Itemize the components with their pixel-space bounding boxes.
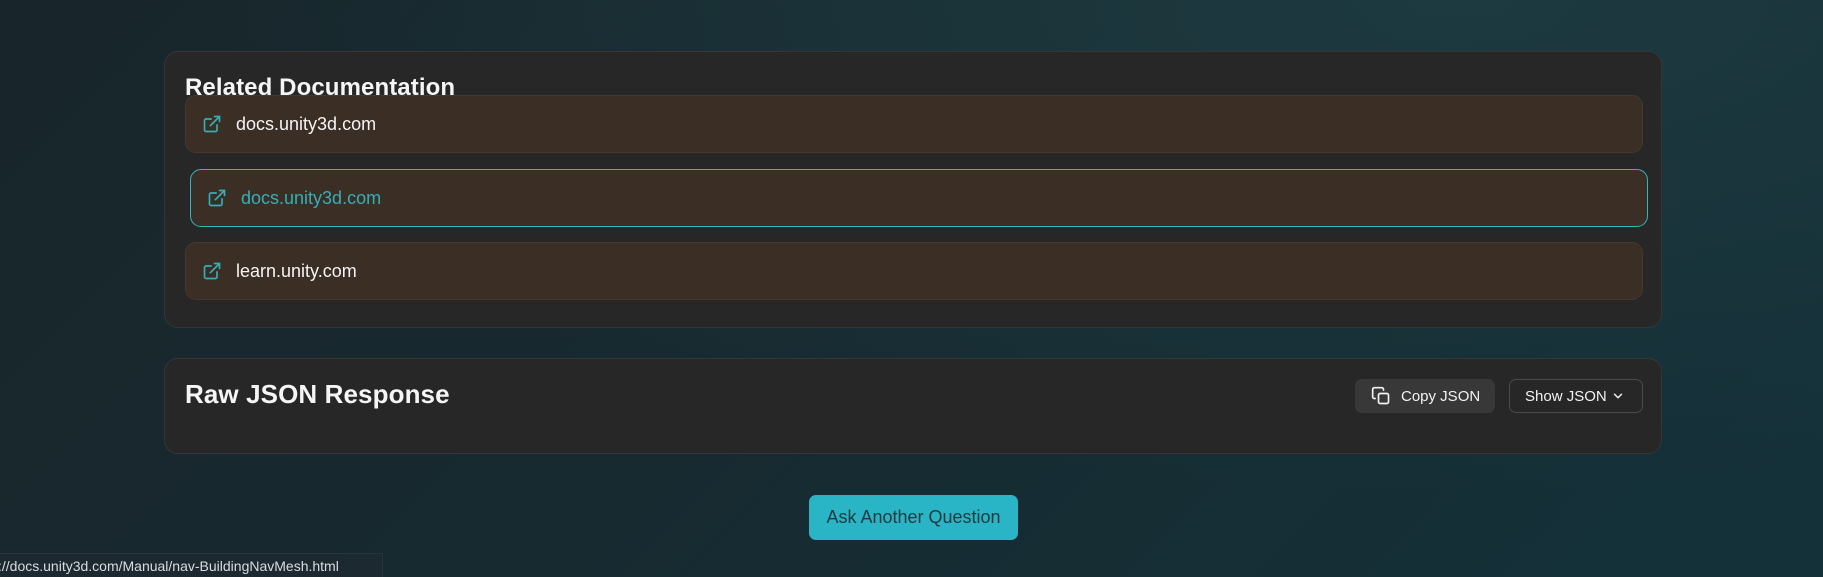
status-bar-url: s://docs.unity3d.com/Manual/nav-Building…	[0, 553, 383, 577]
external-link-icon	[202, 114, 222, 134]
raw-json-title: Raw JSON Response	[185, 379, 450, 409]
doc-link-docs-unity3d-1[interactable]: docs.unity3d.com	[185, 95, 1643, 153]
doc-link-docs-unity3d-2[interactable]: docs.unity3d.com	[190, 169, 1648, 227]
doc-link-learn-unity[interactable]: learn.unity.com	[185, 242, 1643, 300]
related-documentation-card: Related Documentation docs.unity3d.com d…	[164, 51, 1662, 328]
doc-link-label: docs.unity3d.com	[241, 187, 382, 208]
copy-json-label: Copy JSON	[1401, 387, 1481, 405]
status-bar-url-text: s://docs.unity3d.com/Manual/nav-Building…	[0, 558, 339, 574]
copy-icon	[1371, 386, 1391, 406]
external-link-icon	[207, 188, 227, 208]
show-json-label: Show JSON	[1525, 387, 1607, 405]
raw-json-card: Raw JSON Response Copy JSON Show JSON	[164, 358, 1662, 454]
ask-another-question-button[interactable]: Ask Another Question	[809, 495, 1018, 540]
copy-json-button[interactable]: Copy JSON	[1355, 379, 1495, 413]
external-link-icon	[202, 261, 222, 281]
doc-link-label: docs.unity3d.com	[236, 113, 377, 134]
doc-link-label: learn.unity.com	[236, 260, 357, 281]
chevron-down-icon	[1611, 389, 1625, 403]
show-json-button[interactable]: Show JSON	[1509, 379, 1643, 413]
